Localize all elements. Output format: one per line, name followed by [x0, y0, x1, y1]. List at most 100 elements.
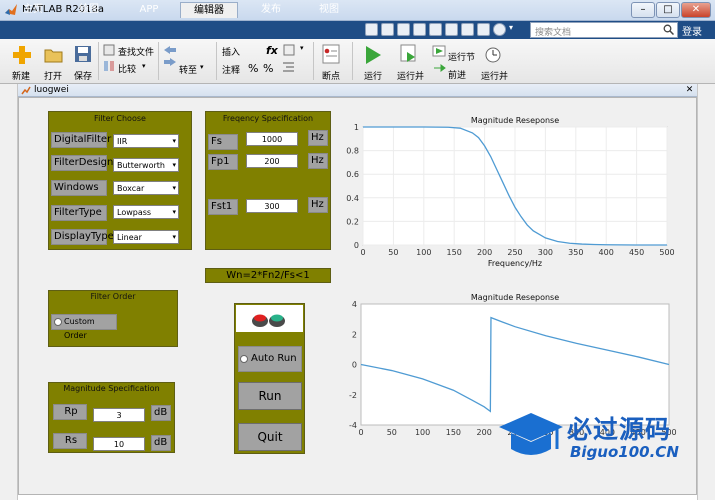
run-advance-icon[interactable]	[400, 44, 418, 64]
chevron-down-icon[interactable]: ▾	[200, 63, 204, 71]
run-and-time-button[interactable]: 运行并	[481, 69, 508, 82]
fp1-input[interactable]: 200	[246, 154, 298, 168]
right-panel-strip	[697, 84, 715, 500]
figure-close-icon[interactable]: ✕	[684, 85, 695, 96]
function-icon[interactable]	[283, 44, 295, 56]
y-tick-label: 0.8	[346, 147, 359, 156]
layout-icon[interactable]	[477, 23, 490, 36]
watermark: 必过源码 Biguo100.CN	[497, 405, 697, 475]
fp1-label: Fp1	[208, 154, 238, 170]
run-button[interactable]: 运行	[364, 69, 382, 82]
new-icon[interactable]	[12, 45, 32, 65]
run-section-button[interactable]: 运行节	[448, 50, 475, 63]
rs-unit: dB	[151, 435, 171, 451]
paste-icon[interactable]	[413, 23, 426, 36]
x-tick-label: 200	[477, 248, 492, 257]
x-tick-label: 150	[446, 428, 461, 437]
redo-icon[interactable]	[445, 23, 458, 36]
back-arrow-icon[interactable]	[163, 45, 177, 55]
x-tick-label: 500	[659, 248, 674, 257]
windows-select[interactable]: Boxcar ▾	[113, 181, 179, 195]
select-value: Boxcar	[117, 184, 145, 193]
goto-button[interactable]: 转至	[179, 63, 197, 76]
chevron-down-icon[interactable]: ▾	[509, 23, 513, 32]
graduation-cap-logo-icon	[499, 413, 563, 455]
open-icon[interactable]	[44, 46, 64, 64]
run-and-time-icon[interactable]	[484, 44, 502, 64]
comment-button[interactable]: 注释	[222, 63, 240, 76]
fst1-input[interactable]: 300	[246, 199, 298, 213]
tab-view[interactable]: 视图	[308, 2, 350, 18]
rp-input[interactable]: 3	[93, 408, 145, 422]
watermark-url: Biguo100.CN	[570, 443, 679, 461]
run-button[interactable]: Run	[238, 382, 302, 410]
filter-design-select[interactable]: Butterworth ▾	[113, 158, 179, 172]
indent-icon[interactable]	[281, 61, 295, 73]
breakpoint-button[interactable]: 断点	[322, 69, 340, 82]
forward-arrow-icon[interactable]	[163, 57, 177, 67]
advance-icon	[434, 64, 446, 72]
switch-window-icon[interactable]	[461, 23, 474, 36]
percent-icon[interactable]: %	[248, 62, 258, 75]
open-button[interactable]: 打开	[44, 69, 62, 82]
tab-plots[interactable]: 绘图	[68, 2, 110, 18]
save-icon[interactable]	[365, 23, 378, 36]
percent-icon[interactable]: %	[263, 62, 273, 75]
auto-run-radio[interactable]: Auto Run	[238, 346, 302, 372]
x-tick-label: 300	[538, 248, 553, 257]
x-tick-label: 350	[568, 248, 583, 257]
breakpoint-icon[interactable]	[322, 44, 340, 64]
figure-title: luogwei	[34, 85, 69, 95]
maximize-button[interactable]: □	[656, 2, 680, 18]
tab-editor[interactable]: 编辑器	[180, 2, 238, 18]
x-tick-label: 150	[447, 248, 462, 257]
tab-publish[interactable]: 发布	[250, 2, 292, 18]
chevron-down-icon[interactable]: ▾	[142, 62, 146, 70]
separator	[352, 42, 353, 80]
copy-icon[interactable]	[397, 23, 410, 36]
find-files-button[interactable]: 查找文件	[118, 45, 154, 58]
digital-filter-select[interactable]: IIR ▾	[113, 134, 179, 148]
compare-button[interactable]: 比较	[118, 62, 136, 75]
fst1-label: Fst1	[208, 199, 238, 215]
cut-icon[interactable]	[381, 23, 394, 36]
y-tick-label: 0.2	[346, 217, 359, 226]
tab-apps[interactable]: APP	[128, 2, 170, 18]
new-button[interactable]: 新建	[12, 69, 30, 82]
x-tick-label: 50	[387, 428, 397, 437]
search-icon[interactable]	[663, 24, 674, 35]
chevron-down-icon: ▾	[172, 233, 176, 241]
select-value: IIR	[117, 137, 128, 146]
login-button[interactable]: 登录	[682, 23, 702, 38]
display-type-select[interactable]: Linear ▾	[113, 230, 179, 244]
save-icon[interactable]	[74, 45, 92, 63]
save-button[interactable]: 保存	[74, 69, 92, 82]
y-tick-label: 2	[352, 330, 357, 339]
x-tick-label: 200	[477, 428, 492, 437]
chevron-down-icon: ▾	[172, 161, 176, 169]
search-input[interactable]: 搜索文档	[530, 22, 678, 38]
run-icon[interactable]	[364, 45, 382, 65]
radio-label: Custom Order	[64, 317, 95, 340]
undo-icon[interactable]	[429, 23, 442, 36]
chevron-down-icon[interactable]: ▾	[300, 44, 304, 52]
chevron-down-icon: ▾	[172, 137, 176, 145]
filter-type-select[interactable]: Lowpass ▾	[113, 205, 179, 219]
y-tick-label: -4	[349, 421, 357, 430]
select-value: Linear	[117, 233, 142, 242]
panel-title: Freqency Specification	[222, 114, 314, 123]
custom-order-radio[interactable]: Custom Order	[51, 314, 117, 340]
insert-button[interactable]: 插入	[222, 45, 240, 58]
radio-label: Auto Run	[251, 353, 297, 364]
tab-home[interactable]: 主页	[12, 2, 54, 18]
fx-button[interactable]: fx	[266, 44, 278, 57]
fs-input[interactable]: 1000	[246, 132, 298, 146]
rs-input[interactable]: 10	[93, 437, 145, 451]
run-advance-button[interactable]: 运行并	[397, 69, 424, 82]
watermark-title: 必过源码	[567, 415, 672, 444]
minimize-button[interactable]: –	[631, 2, 655, 18]
advance-button[interactable]: 前进	[448, 68, 466, 81]
quit-button[interactable]: Quit	[238, 423, 302, 451]
close-button[interactable]: ✕	[681, 2, 711, 18]
help-icon[interactable]	[493, 23, 506, 36]
